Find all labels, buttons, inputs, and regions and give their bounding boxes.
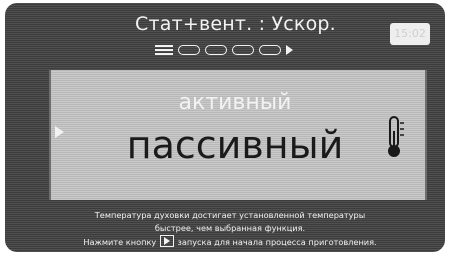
left-arrow-icon[interactable] bbox=[55, 126, 64, 138]
step-3 bbox=[232, 45, 254, 55]
info-line-3-after: запуска для начала процесса приготовлени… bbox=[177, 237, 377, 247]
step-4 bbox=[259, 45, 281, 55]
mode-option-active[interactable]: активный bbox=[135, 90, 335, 115]
oven-panel: Стат+вент. : Ускор. 15:02 активный пасси… bbox=[5, 3, 445, 252]
info-line-3: Нажмите кнопку запуска для начала процес… bbox=[25, 235, 435, 249]
play-arrow-icon bbox=[286, 45, 293, 55]
time-badge: 15:02 bbox=[390, 23, 430, 45]
step-indicator bbox=[155, 44, 293, 56]
info-line-2: быстрее, чем выбранная функция. bbox=[154, 223, 306, 233]
start-button-icon bbox=[159, 235, 174, 247]
mode-title: Стат+вент. : Ускор. bbox=[135, 13, 336, 35]
screen: Стат+вент. : Ускор. 15:02 активный пасси… bbox=[0, 0, 450, 256]
info-text: Температура духовки достигает установлен… bbox=[25, 209, 435, 249]
thermometer-icon[interactable] bbox=[381, 113, 407, 161]
info-line-3-before: Нажмите кнопку bbox=[83, 237, 157, 247]
menu-icon[interactable] bbox=[155, 45, 173, 55]
info-line-1: Температура духовки достигает установлен… bbox=[94, 210, 366, 220]
step-1 bbox=[178, 45, 200, 55]
mode-option-passive[interactable]: пассивный bbox=[95, 123, 375, 167]
step-2 bbox=[205, 45, 227, 55]
